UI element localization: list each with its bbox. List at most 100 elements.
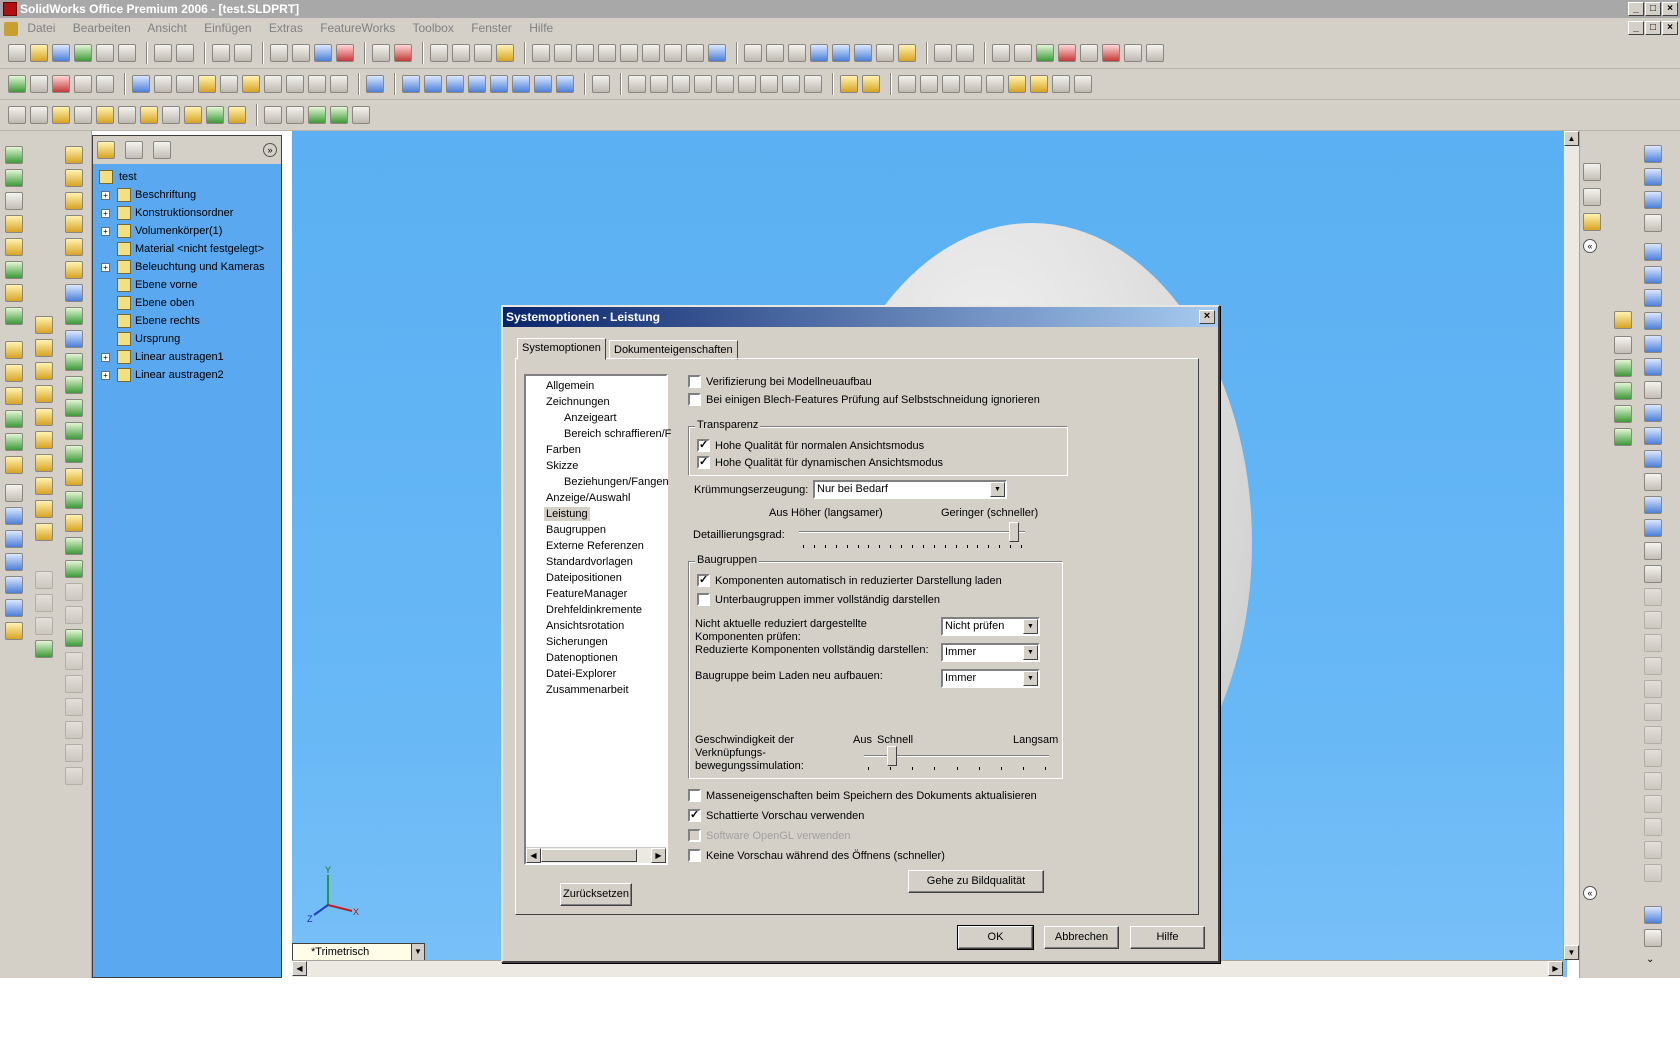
shut-off-surface-icon[interactable] bbox=[694, 75, 712, 93]
surface-extrude-icon[interactable] bbox=[65, 146, 83, 164]
unfold-icon[interactable] bbox=[1008, 75, 1026, 93]
point-icon[interactable] bbox=[308, 106, 326, 124]
core-icon[interactable] bbox=[716, 75, 734, 93]
scroll-up-icon[interactable]: ▲ bbox=[1564, 131, 1579, 146]
sketch-picture-icon[interactable] bbox=[1644, 929, 1662, 947]
sketch-tool-icon[interactable] bbox=[1644, 145, 1662, 163]
smart-fasteners-icon[interactable] bbox=[1614, 405, 1632, 423]
loft-cut-icon[interactable] bbox=[5, 307, 23, 325]
menu-einfuegen[interactable]: Einfügen bbox=[204, 21, 251, 35]
options-tree-item[interactable]: Anzeige/Auswahl bbox=[546, 491, 630, 505]
wireframe-icon[interactable] bbox=[744, 44, 762, 62]
options-tree-item[interactable]: Datenoptionen bbox=[546, 651, 618, 665]
weld-bead-icon[interactable] bbox=[35, 454, 53, 472]
hidden-lines-visible-icon[interactable] bbox=[766, 44, 784, 62]
offset-surface-icon[interactable] bbox=[65, 284, 83, 302]
view-right-icon[interactable] bbox=[468, 75, 486, 93]
reference-axis-icon[interactable] bbox=[366, 75, 384, 93]
extend-surface-icon[interactable] bbox=[65, 445, 83, 463]
base-flange-icon[interactable] bbox=[920, 75, 938, 93]
shaded-icon[interactable] bbox=[832, 44, 850, 62]
smart-dim-icon[interactable] bbox=[1644, 168, 1662, 186]
check-outdated-select[interactable]: Nicht prüfen ▼ bbox=[941, 617, 1040, 636]
sketch-icon[interactable] bbox=[314, 44, 332, 62]
rib-feature-icon[interactable] bbox=[5, 387, 23, 405]
grid-icon[interactable] bbox=[372, 44, 390, 62]
sketch-pattern-icon[interactable] bbox=[5, 576, 23, 594]
chevron-down-icon[interactable]: ▼ bbox=[1023, 619, 1038, 634]
centerpoint-arc-icon[interactable] bbox=[1644, 312, 1662, 330]
new-macro-icon[interactable] bbox=[74, 75, 92, 93]
repair-sketch-icon[interactable] bbox=[1644, 906, 1662, 924]
options-tree-item[interactable]: Farben bbox=[546, 443, 581, 457]
gusset-icon[interactable] bbox=[35, 408, 53, 426]
flatten-icon[interactable] bbox=[1052, 75, 1070, 93]
options-tree-item[interactable]: Allgemein bbox=[546, 379, 594, 393]
menu-datei[interactable]: Datei bbox=[27, 21, 55, 35]
options-tree-item[interactable]: Dateipositionen bbox=[546, 571, 622, 585]
close-document-button[interactable]: × bbox=[1662, 21, 1678, 35]
measure-tool-icon[interactable] bbox=[592, 75, 610, 93]
options-tree-item[interactable]: Drehfeldinkremente bbox=[546, 603, 642, 617]
hole-callout-icon[interactable] bbox=[286, 75, 304, 93]
weld-symbol-icon[interactable] bbox=[242, 75, 260, 93]
checklist-icon[interactable] bbox=[956, 44, 974, 62]
expand-plus-icon[interactable]: + bbox=[101, 353, 110, 362]
draft-icon[interactable] bbox=[650, 75, 668, 93]
radiate-surface-icon[interactable] bbox=[65, 330, 83, 348]
curvature-select[interactable]: Nur bei Bedarf ▼ bbox=[813, 480, 1007, 499]
dimension-icon[interactable] bbox=[1644, 191, 1662, 209]
options-tree-item[interactable]: Sicherungen bbox=[546, 635, 608, 649]
feature-tree-item[interactable]: Material <nicht festgelegt> bbox=[95, 240, 279, 258]
image-quality-button[interactable]: Gehe zu Bildqualität bbox=[908, 870, 1044, 893]
menu-fenster[interactable]: Fenster bbox=[471, 21, 512, 35]
options-tree-item[interactable]: Leistung bbox=[544, 507, 590, 521]
circuitworks-icon[interactable] bbox=[1146, 44, 1164, 62]
feature-tree-item[interactable]: + Linear austragen2 bbox=[95, 366, 279, 384]
zoom-fit-icon[interactable] bbox=[554, 44, 572, 62]
assembly-insert-icon[interactable] bbox=[1614, 311, 1632, 329]
extrude-cut-icon[interactable] bbox=[5, 238, 23, 256]
expand-plus-icon[interactable]: + bbox=[101, 209, 110, 218]
end-cap-icon[interactable] bbox=[35, 385, 53, 403]
options-tree-item[interactable]: Zeichnungen bbox=[546, 395, 610, 409]
ruled-surface-feature-icon[interactable] bbox=[65, 307, 83, 325]
parting-line-icon[interactable] bbox=[672, 75, 690, 93]
standard-views-icon[interactable] bbox=[708, 44, 726, 62]
animator-icon[interactable] bbox=[1014, 44, 1032, 62]
sweep-icon[interactable] bbox=[96, 106, 114, 124]
feature-tree-item[interactable]: test bbox=[95, 168, 279, 186]
draft-feature-icon[interactable] bbox=[5, 433, 23, 451]
shell-icon[interactable] bbox=[206, 106, 224, 124]
3-point-arc-icon[interactable] bbox=[1644, 358, 1662, 376]
property-manager-tab-icon[interactable] bbox=[125, 141, 143, 159]
rectangle-icon[interactable] bbox=[1644, 266, 1662, 284]
revolve-icon[interactable] bbox=[74, 106, 92, 124]
planar-surface-icon[interactable] bbox=[65, 261, 83, 279]
sheet-metal-icon[interactable] bbox=[898, 75, 916, 93]
surface-sweep-icon[interactable] bbox=[65, 192, 83, 210]
surface-loft-icon[interactable] bbox=[65, 215, 83, 233]
tab-systemoptionen[interactable]: Systemoptionen bbox=[517, 338, 606, 360]
move-component-icon[interactable] bbox=[1614, 359, 1632, 377]
toolbox-icon[interactable] bbox=[934, 44, 952, 62]
circular-pattern-icon[interactable] bbox=[5, 507, 23, 525]
resolve-select[interactable]: Immer ▼ bbox=[941, 643, 1040, 662]
mate-icon[interactable] bbox=[1614, 336, 1632, 354]
edit-macro-icon[interactable] bbox=[96, 75, 114, 93]
untrim-surface-icon[interactable] bbox=[65, 422, 83, 440]
mass-properties-icon[interactable] bbox=[452, 44, 470, 62]
tree-scroll-thumb[interactable] bbox=[541, 849, 637, 862]
search-icon[interactable] bbox=[176, 44, 194, 62]
ellipse-icon[interactable] bbox=[1644, 496, 1662, 514]
photoworks-icon[interactable] bbox=[992, 44, 1010, 62]
fillet-icon[interactable] bbox=[140, 106, 158, 124]
list-icon[interactable] bbox=[474, 44, 492, 62]
spline-icon[interactable] bbox=[1644, 427, 1662, 445]
ignore-sheetmetal-checkbox[interactable] bbox=[688, 393, 701, 406]
shell-feature-icon[interactable] bbox=[5, 410, 23, 428]
subassemblies-full-checkbox[interactable] bbox=[697, 593, 710, 606]
surface-finish-icon[interactable] bbox=[198, 75, 216, 93]
extruded-boss-icon[interactable] bbox=[52, 106, 70, 124]
surface-revolve-icon[interactable] bbox=[65, 169, 83, 187]
